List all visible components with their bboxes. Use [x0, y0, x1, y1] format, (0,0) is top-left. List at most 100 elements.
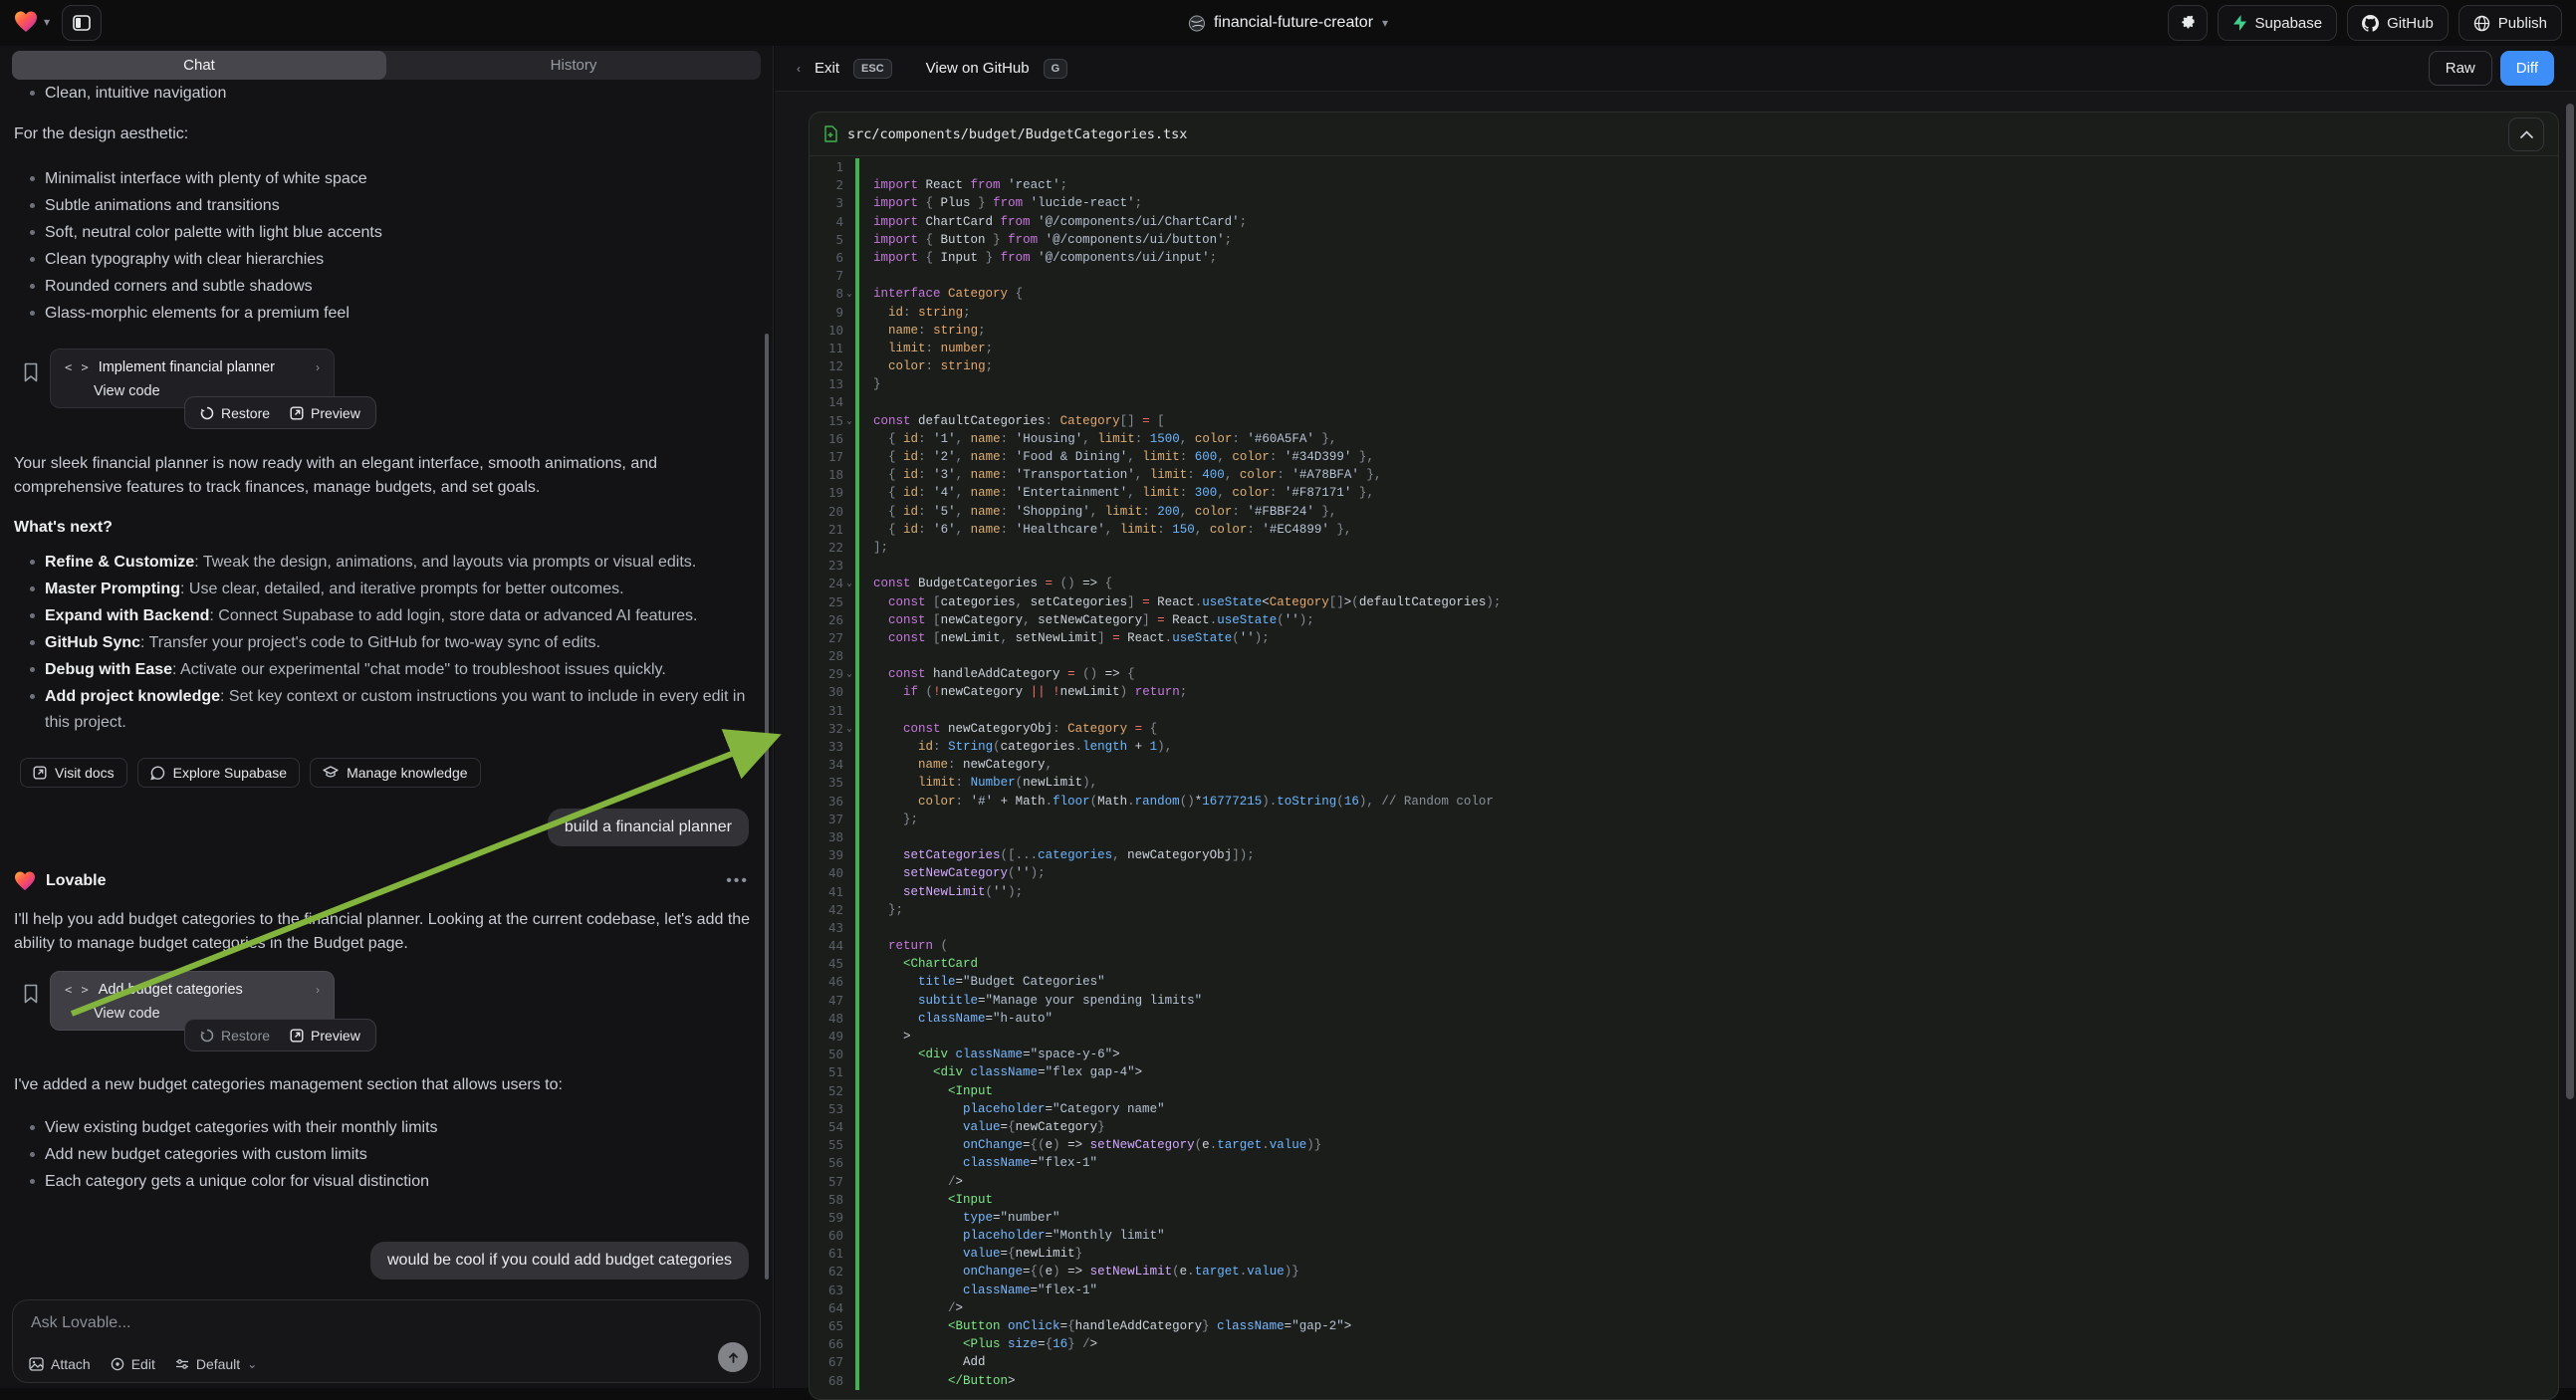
lovable-logo-group[interactable]: ▾	[14, 11, 50, 33]
line-number: 5	[810, 231, 843, 249]
fold-spacer	[843, 738, 855, 756]
attach-label: Attach	[51, 1356, 91, 1372]
send-button[interactable]	[718, 1342, 748, 1372]
fold-spacer	[843, 1245, 855, 1263]
bookmark-icon[interactable]	[23, 984, 39, 1004]
fold-chevron-icon[interactable]: ⌄	[843, 575, 855, 592]
window-scrollbar[interactable]	[2566, 104, 2574, 1099]
restore-label: Restore	[221, 1028, 270, 1044]
project-switcher[interactable]: financial-future-creator ▾	[1188, 0, 1388, 46]
fold-chevron-icon[interactable]: ⌄	[843, 285, 855, 303]
line-number: 11	[810, 340, 843, 357]
message-menu-icon[interactable]: •••	[726, 872, 749, 890]
code-text: className="h-auto"	[859, 1010, 1053, 1028]
chat-input-field[interactable]	[31, 1314, 599, 1332]
code-text: className="flex-1"	[859, 1154, 1097, 1172]
diff-toggle-button[interactable]: Diff	[2500, 51, 2554, 86]
fold-spacer	[843, 683, 855, 701]
line-number: 17	[810, 448, 843, 466]
chat-input-box[interactable]: Attach Edit Default ⌄	[12, 1299, 761, 1383]
line-number: 24	[810, 575, 843, 592]
sidebar-toggle-button[interactable]	[62, 5, 102, 41]
line-number: 38	[810, 828, 843, 846]
external-link-icon	[290, 1029, 304, 1043]
code-line: 21 { id: '6', name: 'Healthcare', limit:…	[810, 521, 2558, 539]
exit-button[interactable]: Exit	[815, 60, 839, 77]
chat-scrollbar[interactable]	[765, 334, 769, 1280]
restore-icon	[200, 1029, 214, 1043]
preview-button[interactable]: Preview	[280, 405, 370, 421]
preview-button[interactable]: Preview	[280, 1028, 370, 1044]
line-number: 13	[810, 375, 843, 393]
code-text: setNewCategory('');	[859, 864, 1046, 882]
attach-button[interactable]: Attach	[29, 1356, 91, 1372]
fold-chevron-icon[interactable]: ⌄	[843, 720, 855, 738]
code-text: value={newCategory}	[859, 1118, 1105, 1136]
file-card: src/components/budget/BudgetCategories.t…	[809, 112, 2559, 1400]
code-text	[859, 393, 873, 411]
fold-spacer	[843, 1082, 855, 1100]
line-number: 53	[810, 1100, 843, 1118]
code-line: 28	[810, 647, 2558, 665]
restore-button[interactable]: Restore	[190, 405, 280, 421]
mode-selector[interactable]: Default ⌄	[175, 1356, 257, 1372]
chat-bubble-icon	[150, 766, 165, 781]
view-on-github-button[interactable]: View on GitHub	[926, 60, 1030, 77]
line-number: 34	[810, 756, 843, 774]
line-number: 60	[810, 1227, 843, 1245]
fold-spacer	[843, 231, 855, 249]
code-line: 46 title="Budget Categories"	[810, 973, 2558, 991]
tab-history[interactable]: History	[386, 51, 761, 80]
edit-button[interactable]: Edit	[111, 1356, 155, 1372]
code-line: 57 />	[810, 1173, 2558, 1191]
code-text	[859, 702, 873, 720]
manage-knowledge-button[interactable]: Manage knowledge	[310, 758, 480, 788]
raw-toggle-button[interactable]: Raw	[2429, 51, 2492, 86]
explore-supabase-button[interactable]: Explore Supabase	[137, 758, 300, 788]
code-text: setCategories([...categories, newCategor…	[859, 846, 1255, 864]
fold-spacer	[843, 393, 855, 411]
code-line: 17 { id: '2', name: 'Food & Dining', lim…	[810, 448, 2558, 466]
line-number: 31	[810, 702, 843, 720]
list-item: Each category gets a unique color for vi…	[14, 1169, 763, 1195]
code-area[interactable]: 12import React from 'react';3import { Pl…	[810, 158, 2558, 1399]
code-text: title="Budget Categories"	[859, 973, 1105, 991]
code-line: 10 name: string;	[810, 322, 2558, 340]
line-number: 23	[810, 557, 843, 575]
bookmark-icon[interactable]	[23, 362, 39, 382]
fold-chevron-icon[interactable]: ⌄	[843, 412, 855, 430]
code-text: id: String(categories.length + 1),	[859, 738, 1172, 756]
github-button[interactable]: GitHub	[2347, 5, 2449, 41]
list-item: Master Prompting: Use clear, detailed, a…	[14, 577, 765, 602]
fold-spacer	[843, 756, 855, 774]
line-number: 45	[810, 955, 843, 973]
supabase-button[interactable]: Supabase	[2218, 5, 2338, 41]
fold-chevron-icon[interactable]: ⌄	[843, 665, 855, 683]
restore-button[interactable]: Restore	[190, 1028, 280, 1044]
publish-button[interactable]: Publish	[2459, 5, 2562, 41]
globe-icon	[2473, 15, 2490, 32]
restore-preview-pill: Restore Preview	[184, 1019, 376, 1051]
code-text: >	[859, 1028, 911, 1046]
code-text: }	[859, 375, 881, 393]
code-text: className="flex-1"	[859, 1282, 1097, 1299]
assistant-name: Lovable	[46, 872, 106, 890]
fold-spacer	[843, 340, 855, 357]
tab-chat[interactable]: Chat	[12, 51, 386, 80]
file-header[interactable]: src/components/budget/BudgetCategories.t…	[810, 113, 2558, 156]
line-number: 14	[810, 393, 843, 411]
fold-spacer	[843, 828, 855, 846]
settings-button[interactable]	[2168, 5, 2208, 41]
visit-docs-button[interactable]: Visit docs	[20, 758, 127, 788]
code-line: 19 { id: '4', name: 'Entertainment', lim…	[810, 484, 2558, 502]
line-number: 37	[810, 811, 843, 828]
code-text: const newCategoryObj: Category = {	[859, 720, 1157, 738]
fold-spacer	[843, 973, 855, 991]
fold-spacer	[843, 1227, 855, 1245]
collapse-file-button[interactable]	[2508, 117, 2544, 151]
fold-spacer	[843, 1191, 855, 1209]
code-text: onChange={(e) => setNewCategory(e.target…	[859, 1136, 1321, 1154]
code-line: 20 { id: '5', name: 'Shopping', limit: 2…	[810, 503, 2558, 521]
code-line: 5import { Button } from '@/components/ui…	[810, 231, 2558, 249]
fold-spacer	[843, 919, 855, 937]
